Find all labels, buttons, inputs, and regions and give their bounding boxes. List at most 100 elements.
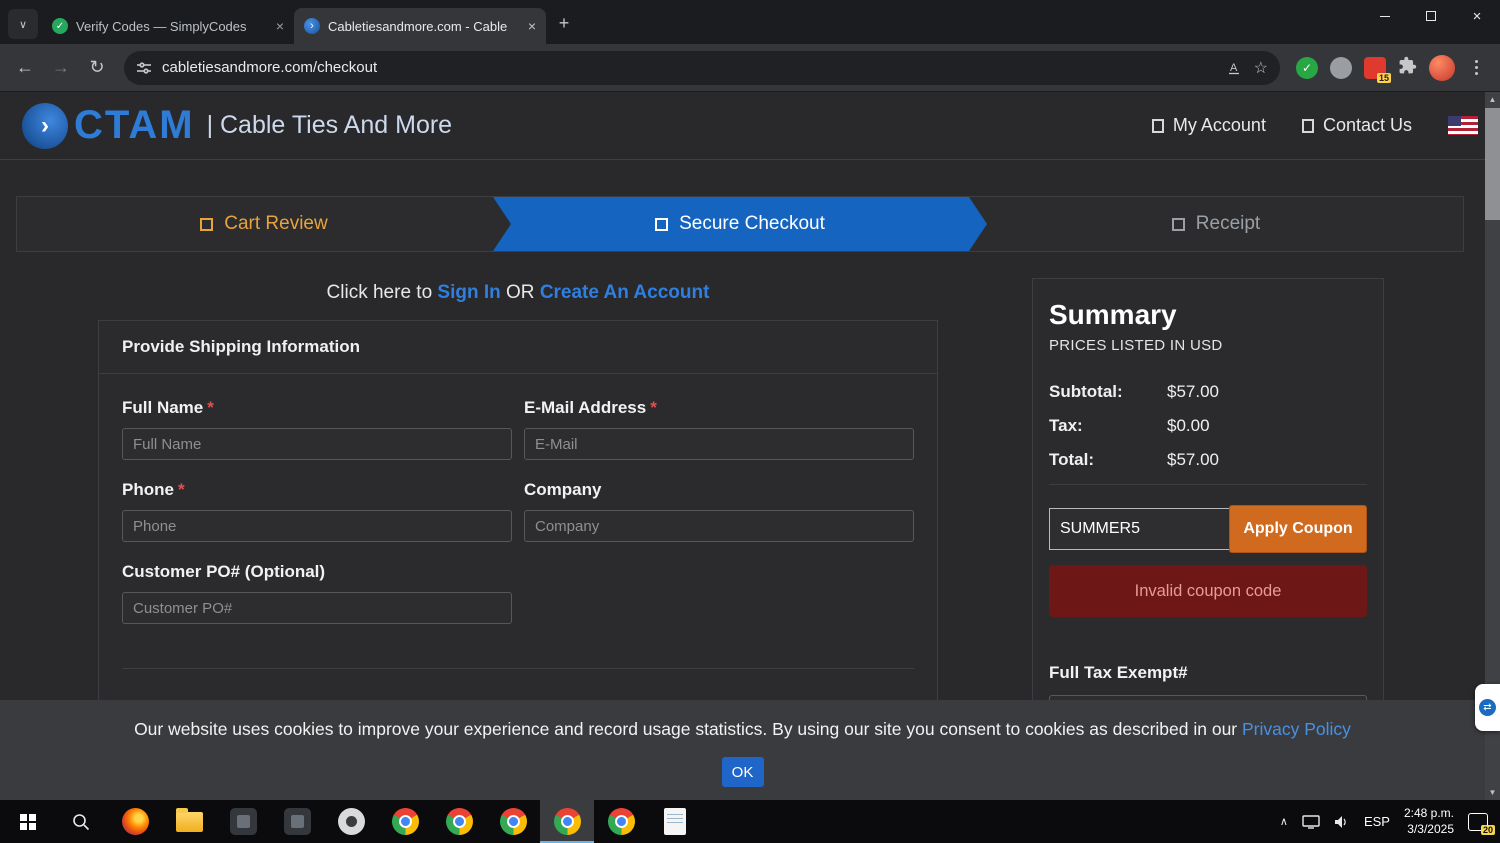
back-button[interactable]: ← [8, 51, 42, 85]
address-bar[interactable]: cabletiesandmore.com/checkout A ☆ [124, 50, 1280, 85]
reload-button[interactable]: ↻ [80, 51, 114, 85]
browser-menu-icon[interactable] [1475, 66, 1478, 69]
simplycodes-extension-icon[interactable]: ✓ [1296, 56, 1318, 79]
step-receipt[interactable]: Receipt [969, 197, 1463, 251]
extension-icon[interactable] [1330, 56, 1352, 79]
coupon-input[interactable] [1049, 508, 1230, 550]
maximize-button[interactable] [1408, 0, 1454, 32]
company-input[interactable] [524, 510, 914, 542]
taskbar-app-1[interactable] [216, 800, 270, 843]
profile-avatar[interactable] [1429, 54, 1455, 81]
full-name-input[interactable] [122, 428, 512, 460]
customer-po-input[interactable] [122, 592, 512, 624]
close-tab-icon[interactable]: × [528, 18, 536, 34]
start-button[interactable] [0, 800, 54, 843]
full-name-field-group: Full Name * [122, 378, 512, 460]
extensions-puzzle-icon[interactable] [1398, 56, 1417, 80]
us-flag-icon[interactable] [1448, 116, 1478, 135]
taskbar-app-3[interactable] [324, 800, 378, 843]
taskbar-chrome-1[interactable] [378, 800, 432, 843]
contact-us-link[interactable]: Contact Us [1301, 115, 1412, 136]
step-secure-checkout[interactable]: Secure Checkout [493, 197, 987, 251]
taskbar-chrome-3[interactable] [486, 800, 540, 843]
create-account-link[interactable]: Create An Account [540, 282, 710, 303]
close-tab-icon[interactable]: × [276, 18, 284, 34]
firefox-icon [121, 808, 149, 835]
scroll-up-icon[interactable]: ▲ [1485, 92, 1500, 107]
scrollbar-thumb[interactable] [1485, 108, 1500, 220]
email-input[interactable] [524, 428, 914, 460]
person-icon [1151, 118, 1164, 133]
tab-search-button[interactable]: ∨ [8, 9, 38, 39]
window-controls: × [1362, 0, 1500, 32]
notification-center-icon[interactable]: 20 [1468, 812, 1495, 835]
customer-po-field-group: Customer PO# (Optional) [122, 562, 914, 624]
tray-chevron-up-icon[interactable]: ∧ [1280, 815, 1288, 828]
system-tray: ∧ ESP 2:48 p.m. 3/3/2025 20 [1280, 806, 1500, 837]
total-value: $57.00 [1167, 450, 1219, 469]
tax-label: Tax: [1049, 416, 1083, 435]
taskbar-chrome-2[interactable] [432, 800, 486, 843]
tab-simplycodes[interactable]: ✓ Verify Codes — SimplyCodes × [42, 8, 294, 44]
step-cart-review[interactable]: Cart Review [17, 197, 511, 251]
scroll-down-icon[interactable]: ▼ [1485, 785, 1500, 800]
chrome-icon [440, 803, 478, 840]
site-info-icon[interactable] [136, 60, 152, 76]
taskbar-search-button[interactable] [54, 800, 108, 843]
translate-icon[interactable]: A [1227, 59, 1244, 76]
contact-us-label: Contact Us [1322, 115, 1412, 135]
close-window-button[interactable]: × [1454, 0, 1500, 32]
app-icon [337, 808, 365, 835]
summary-subtitle: PRICES LISTED IN USD [1049, 337, 1223, 354]
ctam-logo-icon[interactable]: › [22, 102, 68, 149]
tax-row: Tax: $0.00 [1049, 416, 1367, 436]
toolbar-extensions: ✓ 15 [1290, 54, 1492, 83]
taskbar-app-2[interactable] [270, 800, 324, 843]
language-indicator[interactable]: ESP [1364, 814, 1390, 829]
taskbar-notepad[interactable] [648, 800, 702, 843]
signin-prefix: Click here to [326, 282, 438, 303]
logo-text[interactable]: CTAM [74, 103, 195, 148]
taskbar-firefox[interactable] [108, 800, 162, 843]
taskbar-chrome-4[interactable] [594, 800, 648, 843]
shipping-form: Full Name* E-Mail Address* Phone* Compan… [99, 374, 937, 669]
company-field-group: Company [524, 460, 914, 542]
form-divider [122, 668, 914, 669]
lock-icon [655, 218, 668, 231]
bookmark-star-icon[interactable]: ☆ [1254, 58, 1268, 78]
minimize-icon [1380, 15, 1390, 17]
apply-coupon-button[interactable]: Apply Coupon [1229, 505, 1367, 553]
phone-label: Phone * [122, 480, 185, 499]
tax-value: $0.00 [1167, 416, 1210, 435]
my-account-link[interactable]: My Account [1151, 115, 1266, 136]
new-tab-button[interactable]: + [550, 9, 578, 37]
display-icon[interactable] [1302, 814, 1320, 829]
taskbar-file-explorer[interactable] [162, 800, 216, 843]
privacy-policy-link[interactable]: Privacy Policy [1242, 719, 1351, 739]
app-icon [229, 808, 257, 835]
volume-icon[interactable] [1334, 815, 1350, 829]
minimize-button[interactable] [1362, 0, 1408, 32]
blocker-extension-icon[interactable]: 15 [1364, 56, 1391, 83]
tax-exempt-label: Full Tax Exempt# [1049, 663, 1188, 682]
page-checkout: › CTAM | Cable Ties And More My Account … [0, 92, 1500, 800]
tab-cabletiesandmore[interactable]: › Cabletiesandmore.com - Cable × [294, 8, 546, 44]
forward-button[interactable]: → [44, 51, 78, 85]
chevron-down-icon: ∨ [18, 18, 28, 31]
url-text[interactable]: cabletiesandmore.com/checkout [162, 59, 1217, 76]
subtotal-value: $57.00 [1167, 382, 1219, 401]
taskbar-chrome-active[interactable] [540, 800, 594, 843]
ctam-favicon-icon: › [304, 18, 320, 34]
signin-or: OR [500, 282, 540, 303]
sign-in-link[interactable]: Sign In [437, 282, 500, 303]
clock-time: 2:48 p.m. [1403, 805, 1454, 820]
cookie-ok-button[interactable]: OK [721, 757, 764, 787]
taskbar-clock[interactable]: 2:48 p.m. 3/3/2025 [1404, 806, 1454, 837]
total-label: Total: [1049, 450, 1095, 469]
step-label: Receipt [1195, 213, 1261, 234]
phone-input[interactable] [122, 510, 512, 542]
teamviewer-widget[interactable]: ⇄ [1475, 684, 1500, 731]
required-asterisk: * [177, 480, 185, 499]
total-row: Total: $57.00 [1049, 450, 1367, 470]
my-account-label: My Account [1172, 115, 1266, 135]
